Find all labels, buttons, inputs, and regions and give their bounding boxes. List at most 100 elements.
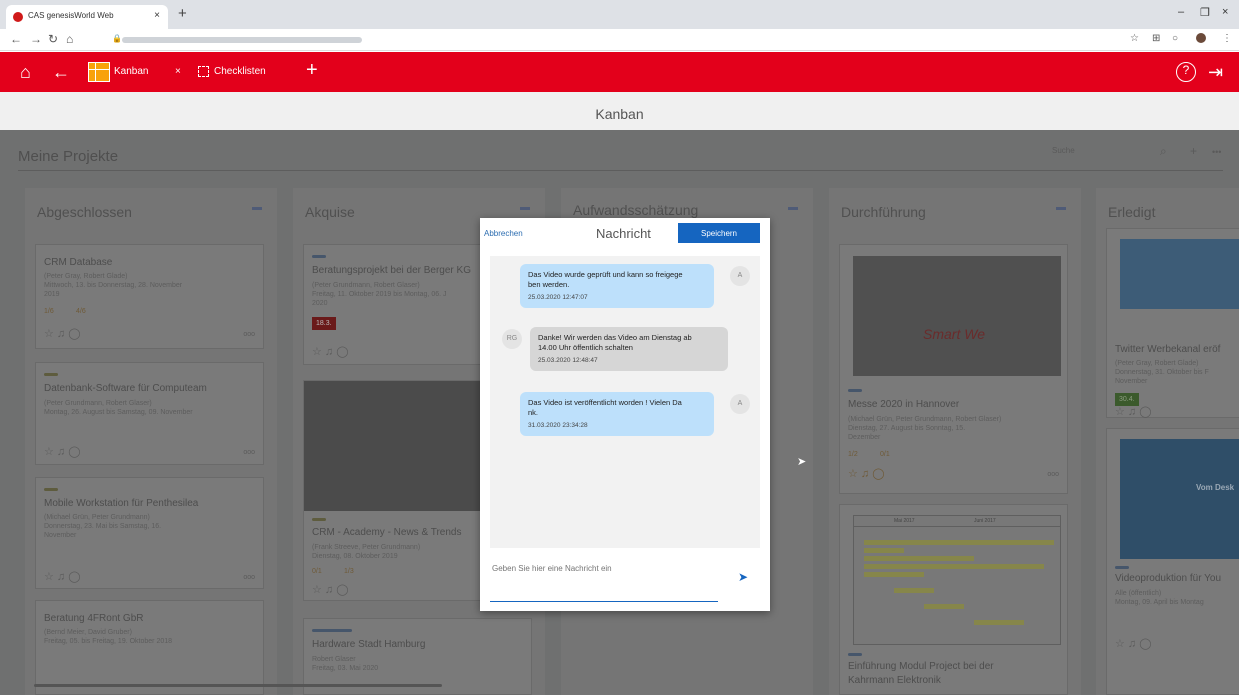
close-tab-icon[interactable]: × [175, 66, 181, 77]
card-actions-icons[interactable]: ☆ ♫ ◯ [1115, 637, 1152, 650]
card-title: CRM Database [44, 257, 113, 268]
close-tab-icon[interactable]: × [154, 10, 160, 21]
gantt-bar [974, 620, 1024, 625]
tag-bar [312, 518, 326, 521]
card-more-icon[interactable]: ooo [243, 331, 255, 338]
card-actions-icons[interactable]: ☆ ♫ ◯ [1115, 405, 1152, 418]
image-sign-text: Smart We [923, 326, 985, 342]
column-menu-icon[interactable]: ▬ [252, 202, 262, 213]
horizontal-scrollbar[interactable] [34, 684, 442, 687]
address-toolbar: ← → ↻ ⌂ 🔒 ☆ ⊞ ○ ⋮ [0, 29, 1239, 51]
app-toolbar: ⌂ ← Kanban × Checklisten + ? ⇥ [0, 52, 1239, 92]
kanban-card[interactable]: CRM Database (Peter Gray, Robert Glade) … [35, 244, 264, 349]
card-title: Datenbank-Software für Computeam [44, 383, 207, 394]
card-image [1120, 239, 1239, 309]
chat-history[interactable]: Das Video wurde geprüft und kann so frei… [490, 256, 760, 548]
tab-kanban[interactable]: Kanban [114, 66, 148, 77]
card-actions-icons[interactable]: ☆ ♫ ◯ [44, 570, 81, 583]
column-abgeschlossen: Abgeschlossen ▬ CRM Database (Peter Gray… [25, 188, 277, 695]
search-input[interactable]: Suche [1052, 146, 1075, 155]
column-menu-icon[interactable]: ▬ [520, 202, 530, 213]
kanban-card[interactable]: Datenbank-Software für Computeam (Peter … [35, 362, 264, 465]
gantt-bar [924, 604, 964, 609]
checklist-icon [198, 66, 209, 77]
cancel-button[interactable]: Abbrechen [484, 229, 523, 238]
browser-tab[interactable]: CAS genesisWorld Web × [6, 5, 168, 29]
card-date-2: November [1115, 378, 1148, 385]
kanban-card[interactable]: Twitter Werbekanal eröf (Peter Gray, Rob… [1106, 228, 1239, 418]
favicon-icon [13, 12, 23, 22]
card-image: Smart We [853, 256, 1061, 376]
logout-icon[interactable]: ⇥ [1208, 62, 1223, 83]
home-icon[interactable]: ⌂ [66, 32, 73, 46]
card-actions-icons[interactable]: ☆ ♫ ◯ [44, 327, 81, 340]
card-actions-icons[interactable]: ☆ ♫ ◯ [312, 345, 349, 358]
tag-bar [848, 653, 862, 656]
dialog-header: Abbrechen Nachricht Speichern [480, 218, 770, 248]
extension-icon[interactable]: ⊞ [1152, 33, 1160, 44]
gantt-bar [864, 540, 1054, 545]
avatar: RG [502, 329, 522, 349]
card-title: Beratungsprojekt bei der Berger KG [312, 265, 471, 276]
home-icon[interactable]: ⌂ [20, 62, 31, 83]
card-more-icon[interactable]: ooo [1047, 471, 1059, 478]
message-text: Das Video ist veröffentlicht worden ! Vi… [528, 398, 682, 407]
card-more-icon[interactable]: ooo [243, 574, 255, 581]
reload-icon[interactable]: ↻ [48, 32, 58, 46]
help-icon[interactable]: ? [1176, 62, 1196, 82]
column-menu-icon[interactable]: ▬ [788, 202, 798, 213]
forward-arrow-icon[interactable]: → [30, 32, 42, 46]
message-timestamp: 31.03.2020 23:34:28 [528, 422, 588, 429]
column-menu-icon[interactable]: ▬ [1056, 202, 1066, 213]
column-title: Aufwandsschätzung [573, 202, 699, 218]
browser-menu-icon[interactable]: ⋮ [1222, 33, 1232, 44]
card-date: Donnerstag, 31. Oktober bis F [1115, 369, 1209, 376]
kanban-card[interactable]: Vom Desk Videoproduktion für You Alle (ö… [1106, 428, 1239, 695]
minimize-button[interactable]: – [1178, 6, 1184, 18]
card-date: Donnerstag, 23. Mai bis Samstag, 16. [44, 523, 162, 530]
card-people: (Peter Grundmann, Robert Glaser) [44, 400, 152, 407]
avatar: A [730, 266, 750, 286]
gantt-bar [864, 564, 1044, 569]
new-tab-button[interactable]: + [178, 5, 187, 22]
profile-avatar[interactable] [1196, 33, 1206, 43]
browser-tab-title: CAS genesisWorld Web [28, 11, 114, 20]
more-icon[interactable]: ••• [1212, 147, 1221, 157]
due-badge: 18.3. [312, 317, 336, 330]
save-button[interactable]: Speichern [678, 223, 760, 243]
card-more-icon[interactable]: ooo [243, 449, 255, 456]
card-date-year: 2020 [312, 300, 328, 307]
card-title: CRM - Academy - News & Trends [312, 527, 462, 538]
message-input-wrapper [490, 554, 718, 602]
tag-bar [848, 389, 862, 392]
card-people: (Peter Grundmann, Robert Glaser) [312, 282, 420, 289]
kanban-card[interactable]: Mobile Workstation für Penthesilea (Mich… [35, 477, 264, 589]
image-text: Vom Desk [1196, 483, 1235, 492]
send-icon[interactable]: ➤ [738, 570, 748, 584]
card-actions-icons[interactable]: ☆ ♫ ◯ [44, 445, 81, 458]
kanban-card[interactable]: Mai 2017 Juni 2017 Einführung Modul Proj… [839, 504, 1068, 695]
tab-checklisten[interactable]: Checklisten [214, 66, 266, 77]
search-icon[interactable]: ⌕ [1160, 144, 1167, 159]
add-tab-button[interactable]: + [306, 59, 318, 82]
back-arrow-icon[interactable]: ← [52, 62, 70, 83]
tag-bar [312, 629, 352, 632]
maximize-button[interactable]: ❐ [1200, 6, 1210, 19]
card-date-2: November [44, 532, 77, 539]
page-title: Kanban [0, 92, 1239, 130]
add-icon[interactable]: + [1190, 144, 1197, 158]
card-actions-icons[interactable]: ☆ ♫ ◯ [848, 467, 885, 480]
star-icon[interactable]: ☆ [1130, 33, 1139, 44]
extension-circle-icon[interactable]: ○ [1172, 33, 1178, 44]
dialog-title: Nachricht [596, 226, 651, 241]
kanban-card[interactable]: Smart We Messe 2020 in Hannover (Michael… [839, 244, 1068, 494]
kanban-grid-icon [88, 62, 110, 82]
message-text: Danke! Wir werden das Video am Dienstag … [538, 333, 692, 342]
message-input[interactable] [490, 554, 718, 583]
url-bar[interactable]: 🔒 [112, 33, 1112, 47]
back-arrow-icon[interactable]: ← [10, 32, 22, 46]
close-window-button[interactable]: × [1222, 6, 1228, 18]
kanban-card[interactable]: Beratung 4FRont GbR (Bernd Meier, David … [35, 600, 264, 695]
card-actions-icons[interactable]: ☆ ♫ ◯ [312, 583, 349, 596]
tag-bar [44, 488, 58, 491]
